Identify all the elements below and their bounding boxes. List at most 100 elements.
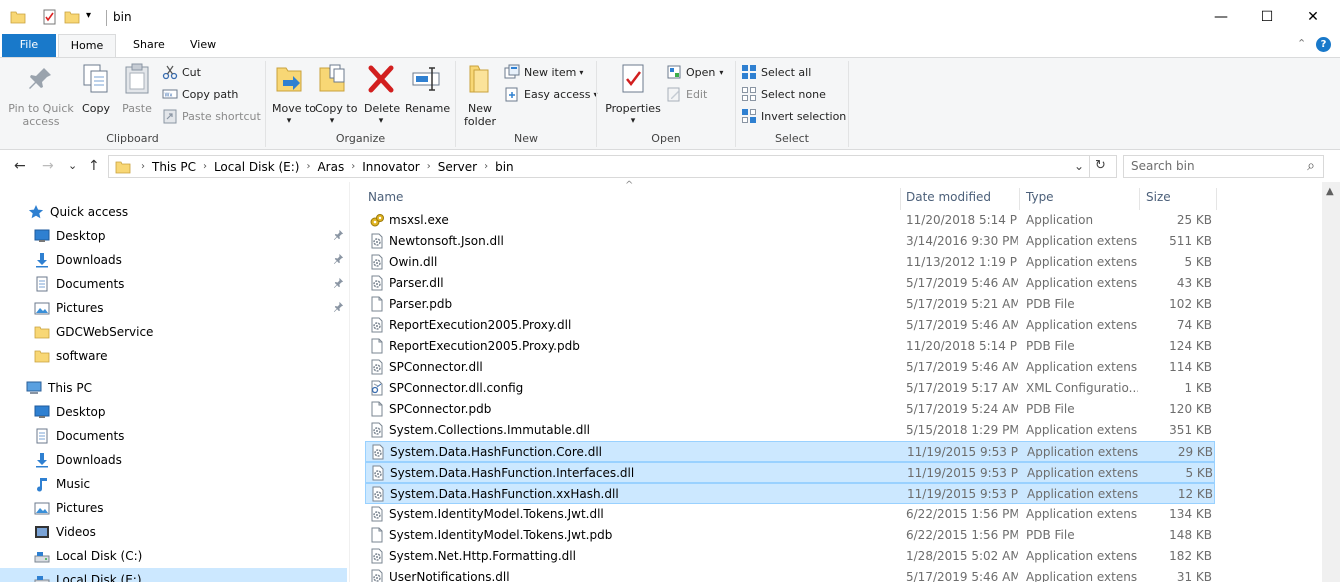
table-row[interactable]: System.Data.HashFunction.Core.dll 11/19/2… — [365, 441, 1215, 462]
open-button[interactable]: Open ▾ — [666, 62, 723, 82]
drive-icon — [34, 572, 50, 582]
select-group-label: Select — [775, 132, 809, 145]
collapse-ribbon-icon[interactable]: ⌃ — [1297, 37, 1306, 50]
file-date-modified: 6/22/2015 1:56 PM — [906, 507, 1018, 521]
rename-button[interactable]: Rename — [405, 62, 450, 115]
sidebar-item-pc-local-disk-c[interactable]: Local Disk (C:) — [0, 544, 347, 568]
tab-view[interactable]: View — [178, 34, 228, 57]
table-row[interactable]: System.Data.HashFunction.Interfaces.dll 1… — [365, 462, 1215, 483]
new-folder-icon[interactable] — [64, 9, 80, 25]
refresh-icon[interactable]: ↻ — [1095, 158, 1106, 173]
table-row[interactable]: Parser.pdb 5/17/2019 5:21 AM PDB File 102 K… — [365, 294, 1215, 315]
table-row[interactable]: System.Collections.Immutable.dll 5/15/201… — [365, 420, 1215, 441]
column-header-name[interactable]: Name — [368, 182, 403, 212]
file-name: Owin.dll — [389, 255, 438, 269]
dll-icon — [370, 465, 386, 481]
sidebar-item-pc-desktop[interactable]: Desktop — [0, 400, 347, 424]
sidebar-item-quick-pictures[interactable]: Pictures — [0, 296, 347, 320]
customize-quick-access-dropdown[interactable]: ▾ — [86, 10, 91, 21]
table-row[interactable]: System.Data.HashFunction.xxHash.dll 11/19… — [365, 483, 1215, 504]
sidebar-item-label: Videos — [56, 525, 96, 539]
sidebar-item-pc-documents[interactable]: Documents — [0, 424, 347, 448]
breadcrumb-bin[interactable]: bin — [490, 160, 519, 174]
sidebar-item-quick-software[interactable]: software — [0, 344, 347, 368]
select-all-button[interactable]: Select all — [741, 62, 811, 82]
table-row[interactable]: SPConnector.dll 5/17/2019 5:46 AM Applicat… — [365, 357, 1215, 378]
recent-locations-button[interactable]: ⌄ — [68, 159, 77, 172]
back-button[interactable]: ← — [14, 158, 26, 174]
folder-icon[interactable] — [10, 9, 26, 25]
minimize-button[interactable]: — — [1198, 0, 1244, 34]
up-button[interactable]: ↑ — [88, 158, 100, 174]
vertical-scrollbar[interactable]: ▲ — [1322, 182, 1340, 582]
sidebar-item-pc-music[interactable]: Music — [0, 472, 347, 496]
table-row[interactable]: Owin.dll 11/13/2012 1:19 PM Application ex… — [365, 252, 1215, 273]
copy-path-button[interactable]: Wx Copy path — [162, 84, 238, 104]
table-row[interactable]: System.IdentityModel.Tokens.Jwt.dll 6/22/… — [365, 504, 1215, 525]
copy-button[interactable]: Copy — [80, 62, 112, 115]
new-folder-button[interactable]: New folder — [462, 62, 498, 128]
select-none-button[interactable]: Select none — [741, 84, 826, 104]
pin-to-quick-access-button[interactable]: Pin to Quick access — [6, 62, 76, 128]
table-row[interactable]: Newtonsoft.Json.dll 3/14/2016 9:30 PM Appl… — [365, 231, 1215, 252]
invert-selection-button[interactable]: Invert selection — [741, 106, 846, 126]
cut-button[interactable]: Cut — [162, 62, 201, 82]
sidebar-item-quick-documents[interactable]: Documents — [0, 272, 347, 296]
breadcrumb-this-pc[interactable]: This PC — [147, 160, 201, 174]
properties-icon[interactable] — [42, 9, 58, 25]
breadcrumb-innovator[interactable]: Innovator — [357, 160, 425, 174]
address-bar[interactable]: › This PC › Local Disk (E:) › Aras › Inn… — [108, 155, 1117, 178]
breadcrumb-server[interactable]: Server — [433, 160, 482, 174]
column-header-date[interactable]: Date modified — [906, 182, 991, 212]
search-input[interactable]: Search bin ⌕ — [1123, 155, 1324, 178]
sidebar-item-pc-pictures[interactable]: Pictures — [0, 496, 347, 520]
breadcrumb-local-disk-e[interactable]: Local Disk (E:) — [209, 160, 305, 174]
breadcrumb-aras[interactable]: Aras — [312, 160, 349, 174]
table-row[interactable]: SPConnector.dll.config 5/17/2019 5:17 AM X… — [365, 378, 1215, 399]
table-row[interactable]: ReportExecution2005.Proxy.pdb 11/20/2018 … — [365, 336, 1215, 357]
delete-button[interactable]: Delete ▾ — [364, 62, 400, 128]
paste-shortcut-button[interactable]: Paste shortcut — [162, 106, 261, 126]
column-header-size[interactable]: Size — [1146, 182, 1171, 212]
sidebar-item-pc-local-disk-e[interactable]: Local Disk (E:) — [0, 568, 347, 582]
maximize-button[interactable]: ☐ — [1244, 0, 1290, 34]
table-row[interactable]: ReportExecution2005.Proxy.dll 5/17/2019 5… — [365, 315, 1215, 336]
address-dropdown-icon[interactable]: ⌄ — [1074, 159, 1084, 173]
column-separator[interactable] — [1216, 188, 1217, 210]
table-row[interactable]: System.Net.Http.Formatting.dll 1/28/2015 … — [365, 546, 1215, 567]
sidebar-item-pc-videos[interactable]: Videos — [0, 520, 347, 544]
tab-file[interactable]: File — [2, 34, 56, 57]
pane-divider[interactable] — [349, 182, 350, 582]
column-separator[interactable] — [1139, 188, 1140, 210]
sidebar-item-quick-access[interactable]: Quick access — [0, 200, 347, 224]
search-icon[interactable]: ⌕ — [1307, 156, 1315, 177]
tab-home[interactable]: Home — [58, 34, 116, 58]
table-row[interactable]: System.IdentityModel.Tokens.Jwt.pdb 6/22/… — [365, 525, 1215, 546]
column-separator[interactable] — [900, 188, 901, 210]
column-header-type[interactable]: Type — [1026, 182, 1054, 212]
table-row[interactable]: msxsl.exe 11/20/2018 5:14 PM Application 25… — [365, 210, 1215, 231]
table-row[interactable]: Parser.dll 5/17/2019 5:46 AM Application e… — [365, 273, 1215, 294]
tab-share[interactable]: Share — [121, 34, 177, 57]
column-separator[interactable] — [1019, 188, 1020, 210]
sidebar-item-quick-gdcwebservice[interactable]: GDCWebService — [0, 320, 347, 344]
properties-button[interactable]: Properties ▾ — [605, 62, 661, 128]
help-icon[interactable]: ? — [1316, 37, 1331, 52]
sidebar-item-this-pc[interactable]: This PC — [0, 376, 347, 400]
new-item-button[interactable]: New item ▾ — [504, 62, 583, 82]
sidebar-item-quick-desktop[interactable]: Desktop — [0, 224, 347, 248]
move-to-button[interactable]: Move to ▾ — [272, 62, 316, 128]
close-button[interactable]: ✕ — [1290, 0, 1336, 34]
navigation-bar: ← → ⌄ ↑ › This PC › Local Disk (E:) › Ar… — [0, 151, 1340, 182]
table-row[interactable]: UserNotifications.dll 5/17/2019 5:46 AM Ap… — [365, 567, 1215, 582]
edit-button[interactable]: Edit — [666, 84, 707, 104]
paste-button[interactable]: Paste — [121, 62, 153, 115]
scroll-up-arrow[interactable]: ▲ — [1326, 186, 1334, 197]
table-row[interactable]: SPConnector.pdb 5/17/2019 5:24 AM PDB File… — [365, 399, 1215, 420]
sidebar-item-quick-downloads[interactable]: Downloads — [0, 248, 347, 272]
sidebar-item-pc-downloads[interactable]: Downloads — [0, 448, 347, 472]
easy-access-button[interactable]: Easy access ▾ — [504, 84, 598, 104]
copy-to-button[interactable]: Copy to ▾ — [315, 62, 357, 128]
forward-button[interactable]: → — [42, 158, 54, 174]
file-type: Application extens... — [1026, 570, 1138, 582]
